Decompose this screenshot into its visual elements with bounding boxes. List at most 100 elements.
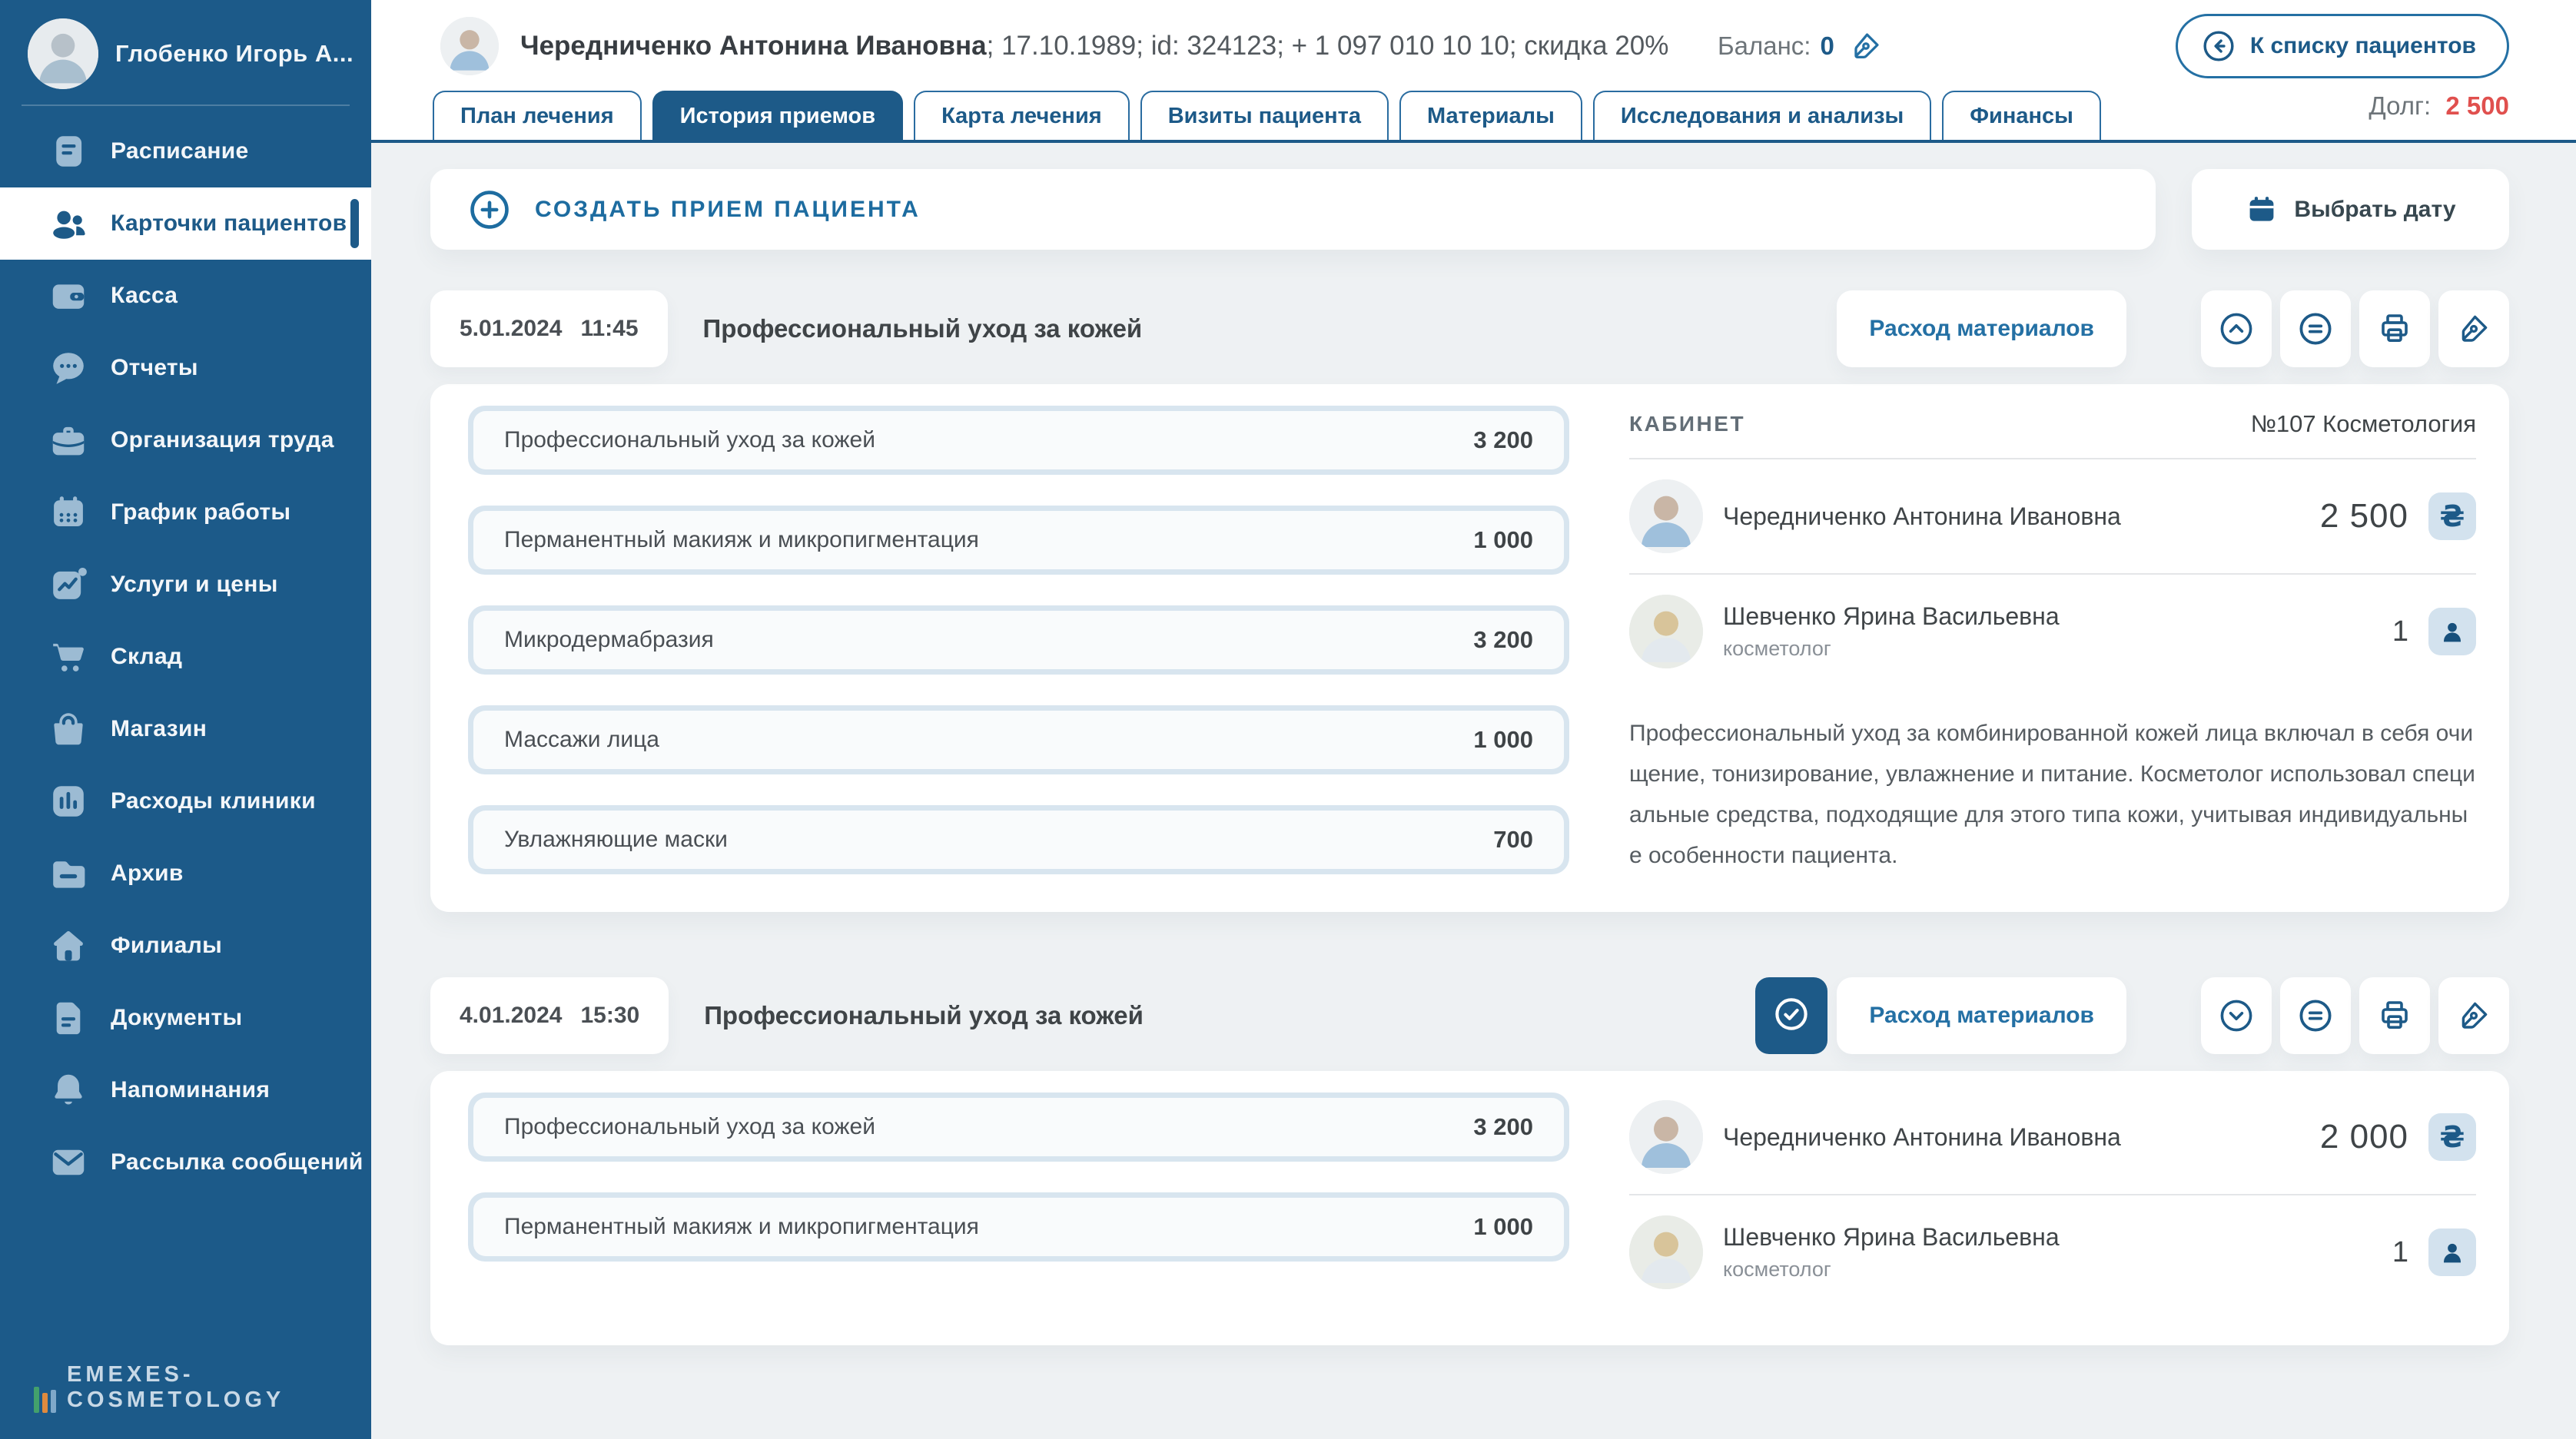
appointment-actions: [2201, 977, 2509, 1054]
sidebar-item-schedule[interactable]: Расписание: [0, 115, 371, 187]
person-badge: [2428, 608, 2476, 655]
appointment-title: Профессиональный уход за кожей: [702, 314, 1143, 343]
edit-button[interactable]: [2438, 290, 2509, 367]
details-button[interactable]: [2280, 290, 2351, 367]
patient-name: Чередниченко Антонина Ивановна: [520, 31, 987, 61]
patient-payment-row: Чередниченко Антонина Ивановна 2 500 ₴: [1629, 459, 2476, 573]
arrow-left-circle-icon: [2201, 28, 2236, 64]
active-indicator: [350, 199, 359, 248]
collapse-button[interactable]: [2201, 290, 2272, 367]
envelope-icon: [48, 1142, 89, 1183]
pen-nib-icon: [2455, 310, 2492, 347]
content-area: СОЗДАТЬ ПРИЕМ ПАЦИЕНТА Выбрать дату 5.01…: [371, 143, 2576, 1439]
sidebar-item-archive[interactable]: Архив: [0, 837, 371, 910]
sidebar-item-branches[interactable]: Филиалы: [0, 910, 371, 982]
tab-treatment-card[interactable]: Карта лечения: [914, 91, 1130, 140]
cart-icon: [48, 636, 89, 678]
sidebar-item-services-prices[interactable]: Услуги и цены: [0, 549, 371, 621]
patient-payment-row: Чередниченко Антонина Ивановна 2 000 ₴: [1629, 1093, 2476, 1194]
sidebar: Глобенко Игорь А... Расписание Карточки …: [0, 0, 371, 1439]
sidebar-item-cashbox[interactable]: Касса: [0, 260, 371, 332]
logo-text: emexes-cosmetology: [67, 1362, 285, 1412]
service-row[interactable]: Профессиональный уход за кожей 3 200: [468, 1093, 1569, 1162]
doctor-count: 1: [2392, 615, 2408, 648]
hryvnia-icon: ₴: [2439, 1120, 2465, 1154]
patients-icon: [48, 203, 89, 244]
services-list: Профессиональный уход за кожей 3 200 Пер…: [468, 1093, 1569, 1309]
sidebar-user[interactable]: Глобенко Игорь А...: [0, 0, 371, 94]
patient-avatar: [440, 17, 499, 75]
sidebar-item-reports[interactable]: Отчеты: [0, 332, 371, 404]
printer-icon: [2376, 310, 2413, 347]
print-button[interactable]: [2359, 977, 2430, 1054]
main-area: Чередниченко Антонина Ивановна ; 17.10.1…: [371, 0, 2576, 1439]
service-row[interactable]: Профессиональный уход за кожей 3 200: [468, 406, 1569, 475]
topbar: Чередниченко Антонина Ивановна ; 17.10.1…: [371, 0, 2576, 143]
chat-reports-icon: [48, 347, 89, 389]
service-row[interactable]: Перманентный макияж и микропигментация 1…: [468, 506, 1569, 575]
printer-icon: [2376, 997, 2413, 1034]
payment-amount: 2 500: [2319, 497, 2408, 535]
user-avatar: [28, 18, 98, 89]
tab-treatment-plan[interactable]: План лечения: [433, 91, 642, 140]
chevron-down-circle-icon: [2218, 997, 2255, 1034]
services-chart-icon: [48, 564, 89, 605]
sidebar-divider: [22, 104, 350, 106]
tab-visit-history[interactable]: История приемов: [652, 91, 904, 140]
equals-circle-icon: [2297, 997, 2334, 1034]
completed-badge[interactable]: [1755, 977, 1828, 1054]
pick-date-button[interactable]: Выбрать дату: [2192, 169, 2509, 250]
tab-bar: План лечения История приемов Карта лечен…: [371, 80, 2576, 143]
sidebar-item-mailing[interactable]: Рассылка сообщений: [0, 1126, 371, 1199]
tab-patient-visits[interactable]: Визиты пациента: [1140, 91, 1389, 140]
sidebar-item-warehouse[interactable]: Склад: [0, 621, 371, 693]
app-logo: emexes-cosmetology: [34, 1362, 371, 1413]
home-icon: [48, 925, 89, 967]
balance-value: 0: [1820, 31, 1834, 60]
sidebar-item-reminders[interactable]: Напоминания: [0, 1054, 371, 1126]
appointment-date-chip: 4.01.2024 15:30: [430, 977, 669, 1054]
logo-bars-icon: [34, 1387, 59, 1413]
bar-chart-icon: [48, 781, 89, 822]
doctor-avatar: [1629, 595, 1703, 668]
app-window: Глобенко Игорь А... Расписание Карточки …: [0, 0, 2576, 1439]
service-row[interactable]: Увлажняющие маски 700: [468, 805, 1569, 874]
appointment-actions: [2201, 290, 2509, 367]
sidebar-item-shop[interactable]: Магазин: [0, 693, 371, 765]
details-button[interactable]: [2280, 977, 2351, 1054]
expand-button[interactable]: [2201, 977, 2272, 1054]
wallet-icon: [48, 275, 89, 317]
sidebar-item-documents[interactable]: Документы: [0, 982, 371, 1054]
sidebar-item-work-schedule[interactable]: График работы: [0, 476, 371, 549]
service-row[interactable]: Массажи лица 1 000: [468, 705, 1569, 774]
cabinet-label: КАБИНЕТ: [1629, 412, 1746, 436]
debt-label: Долг:: [2369, 91, 2432, 120]
schedule-icon: [48, 131, 89, 172]
payment-amount: 2 000: [2319, 1118, 2408, 1156]
sidebar-item-work-org[interactable]: Организация труда: [0, 404, 371, 476]
sidebar-item-clinic-expenses[interactable]: Расходы клиники: [0, 765, 371, 837]
chevron-up-circle-icon: [2218, 310, 2255, 347]
briefcase-icon: [48, 419, 89, 461]
cabinet-value: №107 Косметология: [2250, 410, 2476, 437]
sidebar-item-patient-cards[interactable]: Карточки пациентов: [0, 187, 371, 260]
edit-button[interactable]: [2438, 977, 2509, 1054]
print-button[interactable]: [2359, 290, 2430, 367]
check-circle-icon: [1771, 994, 1811, 1038]
folder-icon: [48, 853, 89, 894]
back-to-patients-button[interactable]: К списку пациентов: [2175, 14, 2509, 78]
pen-nib-icon[interactable]: [1848, 28, 1884, 64]
bell-icon: [48, 1069, 89, 1111]
appointment-title: Профессиональный уход за кожей: [704, 1001, 1144, 1030]
appointment-description: Профессиональный уход за комбинированной…: [1629, 721, 2475, 868]
debt-block: Долг: 2 500: [2369, 91, 2509, 128]
materials-link[interactable]: Расход материалов: [1837, 290, 2126, 367]
service-row[interactable]: Микродермабразия 3 200: [468, 605, 1569, 675]
create-appointment-button[interactable]: СОЗДАТЬ ПРИЕМ ПАЦИЕНТА: [430, 169, 2156, 250]
materials-link[interactable]: Расход материалов: [1837, 977, 2126, 1054]
tab-finances[interactable]: Финансы: [1942, 91, 2101, 140]
service-row[interactable]: Перманентный макияж и микропигментация 1…: [468, 1192, 1569, 1262]
appointment-card: Профессиональный уход за кожей 3 200 Пер…: [430, 1071, 2509, 1345]
tab-materials[interactable]: Материалы: [1399, 91, 1582, 140]
tab-research-analyses[interactable]: Исследования и анализы: [1592, 91, 1932, 140]
